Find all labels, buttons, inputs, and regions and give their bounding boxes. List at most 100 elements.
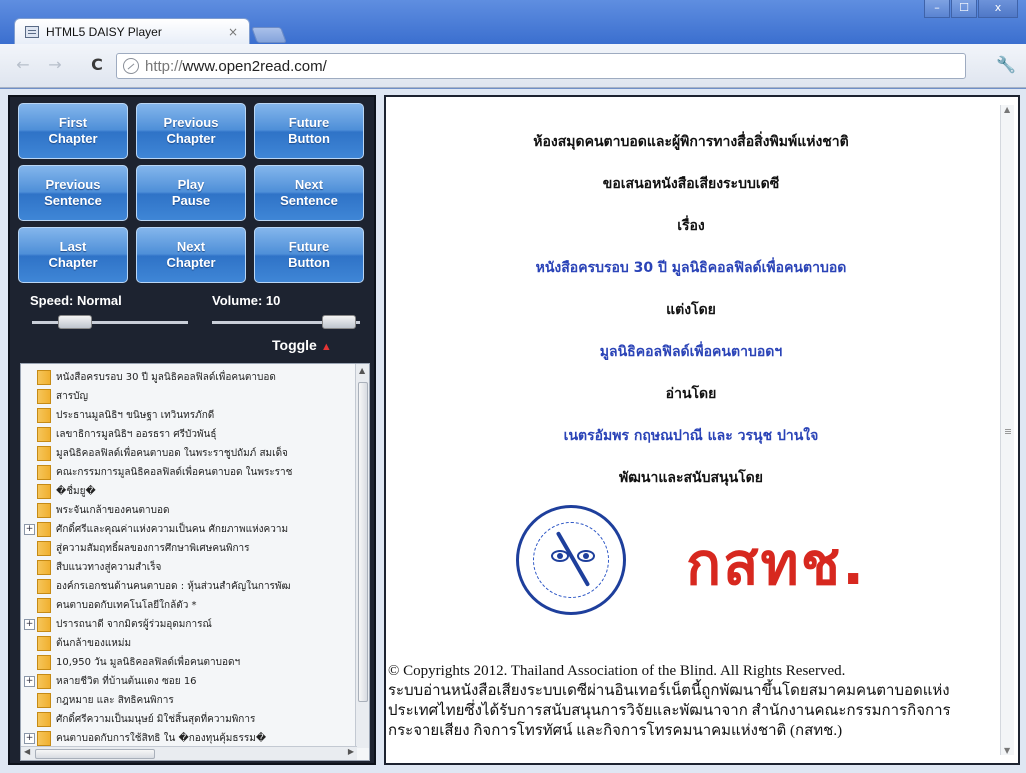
play-pause-button[interactable]: Play Pause [136, 165, 246, 221]
new-tab-button[interactable] [251, 27, 287, 43]
toc-item[interactable]: ประธานมูลนิธิฯ ขนิษฐา เทวินทรภักดี [21, 406, 357, 424]
previous-sentence-button[interactable]: Previous Sentence [18, 165, 128, 221]
button-label-line1: Next [294, 177, 324, 192]
toc-item[interactable]: สืบแนวทางสู่ความสำเร็จ [21, 558, 357, 576]
copyright-english: © Copyrights 2012. Thailand Association … [388, 663, 846, 679]
expand-icon[interactable]: + [24, 675, 35, 687]
toc-item[interactable]: สู่ความสัมฤทธิ์ผลของการศึกษาพิเศษคนพิการ [21, 539, 357, 557]
expand-icon[interactable]: + [24, 732, 35, 744]
expand-icon[interactable]: + [24, 523, 35, 535]
book-icon [37, 559, 51, 575]
button-label-line1: Future [288, 239, 330, 254]
address-bar[interactable]: http://www.open2read.com/ [116, 53, 966, 79]
maximize-button[interactable]: ☐ [951, 0, 977, 18]
page-content: First Chapter Previous Chapter Future Bu… [0, 89, 1026, 773]
table-of-contents: หนังสือครบรอบ 30 ปี มูลนิธิคอลฟิลด์เพื่อ… [20, 363, 370, 761]
toc-item-label: สืบแนวทางสู่ความสำเร็จ [56, 561, 162, 573]
reading-pane-scrollbar[interactable]: ▲ ▼ [1000, 105, 1014, 755]
scroll-thumb[interactable] [358, 382, 368, 702]
future-button-2[interactable]: Future Button [254, 227, 364, 283]
next-sentence-button[interactable]: Next Sentence [254, 165, 364, 221]
close-window-button[interactable]: x [978, 0, 1018, 18]
toc-item[interactable]: 10,950 วัน มูลนิธิคอลฟิลด์เพื่อคนตาบอดฯ [21, 653, 357, 671]
toc-item[interactable]: กฎหมาย และ สิทธิคนพิการ [21, 691, 357, 709]
speed-slider-track[interactable] [32, 321, 188, 324]
button-label-line1: Previous [163, 115, 219, 130]
book-icon [37, 597, 51, 613]
forward-button[interactable]: → [44, 54, 66, 76]
book-icon [37, 578, 51, 594]
minimize-button[interactable]: – [924, 0, 950, 18]
toc-item[interactable]: องค์กรเอกชนด้านคนตาบอด : หุ้นส่วนสำคัญใน… [21, 577, 357, 595]
back-button[interactable]: ← [12, 54, 34, 76]
toggle-button[interactable]: Toggle ▲ [272, 337, 332, 353]
scroll-grip-icon [1005, 429, 1011, 430]
browser-tab[interactable]: HTML5 DAISY Player × [14, 18, 250, 44]
eye-icon [551, 550, 569, 562]
toc-item[interactable]: มูลนิธิคอลฟิลด์เพื่อคนตาบอด ในพระราชูปถั… [21, 444, 357, 462]
author-name: มูลนิธิคอลฟิลด์เพื่อคนตาบอดฯ [599, 344, 783, 360]
toc-item-label: คนตาบอดกับการใช้สิทธิ ใน �กองทุนคุ้มธรรม… [56, 732, 267, 744]
toc-item[interactable]: เลขาธิการมูลนิธิฯ ออรธรา ศรีบัวพันธุ์ [21, 425, 357, 443]
window-titlebar: HTML5 DAISY Player × – ☐ x [0, 0, 1026, 44]
button-label-line2: Chapter [166, 255, 216, 270]
reload-button[interactable]: C [86, 54, 108, 76]
scroll-left-arrow-icon[interactable]: ◀ [24, 747, 30, 756]
toc-horizontal-scrollbar[interactable]: ◀ ▶ [21, 746, 357, 760]
toc-item-label: 10,950 วัน มูลนิธิคอลฟิลด์เพื่อคนตาบอดฯ [56, 656, 241, 668]
toc-item[interactable]: พระจันเกล้าของคนตาบอด [21, 501, 357, 519]
toc-item[interactable]: คณะกรรมการมูลนิธิคอลฟิลด์เพื่อคนตาบอด ใน… [21, 463, 357, 481]
scroll-right-arrow-icon[interactable]: ▶ [348, 747, 354, 756]
speed-slider-handle[interactable] [58, 315, 92, 329]
book-title: หนังสือครบรอบ 30 ปี มูลนิธิคอลฟิลด์เพื่อ… [535, 260, 847, 276]
button-label-line2: Button [288, 131, 330, 146]
toc-item-label: คนตาบอดกับเทคโนโลยีใกล้ตัว * [56, 599, 197, 611]
toc-item-label: เลขาธิการมูลนิธิฯ ออรธรา ศรีบัวพันธุ์ [56, 428, 217, 440]
wrench-icon[interactable]: 🔧 [996, 54, 1016, 76]
toc-item-label: ต้นกล้าของแหม่ม [56, 637, 132, 649]
toc-item[interactable]: สารบัญ [21, 387, 357, 405]
toc-item[interactable]: + คนตาบอดกับการใช้สิทธิ ใน �กองทุนคุ้มธรร… [21, 729, 357, 747]
toc-item[interactable]: �ชื่มยู� [21, 482, 357, 500]
toc-item[interactable]: + หลายชีวิต ที่บ้านต้นแดง ซอย 16 [21, 672, 357, 690]
volume-slider-handle[interactable] [322, 315, 356, 329]
first-chapter-button[interactable]: First Chapter [18, 103, 128, 159]
book-icon [37, 388, 51, 404]
button-label-line1: Previous [45, 177, 101, 192]
author-label: แต่งโดย [666, 302, 716, 318]
presents-text: ขอเสนอหนังสือเสียงระบบเดซี [602, 176, 780, 192]
last-chapter-button[interactable]: Last Chapter [18, 227, 128, 283]
toc-item[interactable]: คนตาบอดกับเทคโนโลยีใกล้ตัว * [21, 596, 357, 614]
future-button-1[interactable]: Future Button [254, 103, 364, 159]
toc-item[interactable]: ต้นกล้าของแหม่ม [21, 634, 357, 652]
toc-item-label: หลายชีวิต ที่บ้านต้นแดง ซอย 16 [56, 675, 197, 687]
scroll-up-arrow-icon[interactable]: ▲ [359, 366, 365, 375]
book-icon [37, 483, 51, 499]
reader-names: เนตรอัมพร กฤษณปาณี และ วรนุช ปานใจ [563, 428, 819, 444]
library-heading: ห้องสมุดคนตาบอดและผู้พิการทางสื่อสิ่งพิม… [533, 134, 849, 150]
toc-item-label: ประธานมูลนิธิฯ ขนิษฐา เทวินทรภักดี [56, 409, 215, 421]
scroll-thumb[interactable] [35, 749, 155, 759]
toggle-label: Toggle [272, 337, 317, 353]
toc-vertical-scrollbar[interactable]: ▲ [355, 364, 369, 748]
toc-item[interactable]: ศักดิ์ศรีความเป็นมนุษย์ มิใช่สิ้นสุดที่ค… [21, 710, 357, 728]
tab-title: HTML5 DAISY Player [46, 24, 162, 39]
close-tab-icon[interactable]: × [225, 25, 241, 39]
toc-item-label: กฎหมาย และ สิทธิคนพิการ [56, 694, 174, 706]
previous-chapter-button[interactable]: Previous Chapter [136, 103, 246, 159]
book-icon [37, 692, 51, 708]
expand-icon[interactable]: + [24, 618, 35, 630]
book-icon [37, 521, 51, 537]
toc-item-label: องค์กรเอกชนด้านคนตาบอด : หุ้นส่วนสำคัญใน… [56, 580, 291, 592]
toc-item[interactable]: + ปรารถนาดี จากมิตรผู้ร่วมอุดมการณ์ [21, 615, 357, 633]
toc-item[interactable]: + ศักดิ์ศรีและคุณค่าแห่งความเป็นคน ศักยภา… [21, 520, 357, 538]
scroll-up-arrow-icon[interactable]: ▲ [1004, 105, 1010, 114]
book-icon [37, 540, 51, 556]
book-icon [37, 635, 51, 651]
copyright-notice: © Copyrights 2012. Thailand Association … [388, 661, 998, 741]
scroll-down-arrow-icon[interactable]: ▼ [1004, 746, 1010, 755]
toc-item-label: คณะกรรมการมูลนิธิคอลฟิลด์เพื่อคนตาบอด ใน… [56, 466, 293, 478]
next-chapter-button[interactable]: Next Chapter [136, 227, 246, 283]
url-text[interactable]: http://www.open2read.com/ [145, 58, 327, 75]
toc-item[interactable]: หนังสือครบรอบ 30 ปี มูลนิธิคอลฟิลด์เพื่อ… [21, 368, 357, 386]
